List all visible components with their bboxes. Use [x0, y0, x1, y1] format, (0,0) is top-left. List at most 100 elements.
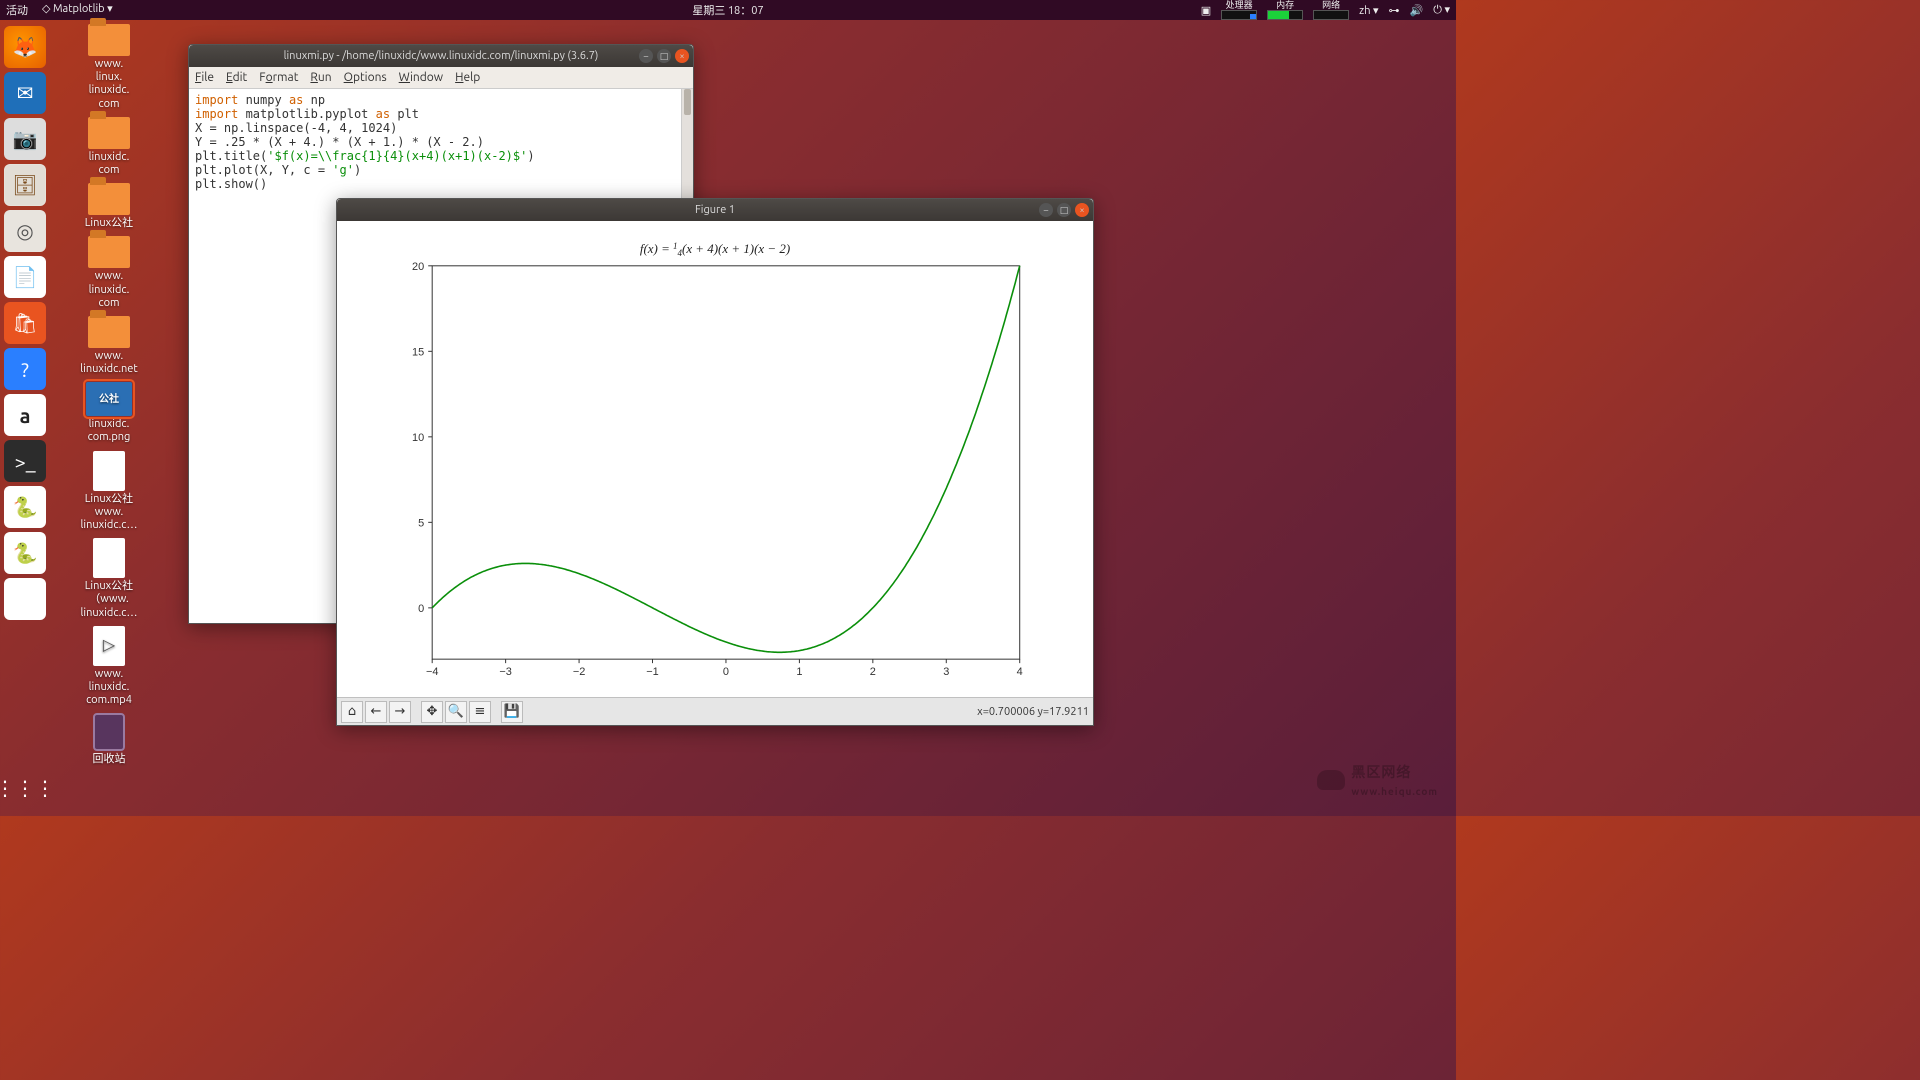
- python-script-icon[interactable]: 🐍: [4, 532, 46, 574]
- svg-text:3: 3: [943, 666, 949, 678]
- figure-title: Figure 1: [695, 204, 735, 216]
- x-ticks: −4−3−2−101234: [426, 659, 1023, 678]
- panel-clock[interactable]: 星期三 18：07: [692, 2, 763, 18]
- desktop-icon[interactable]: linuxidc.com: [54, 117, 164, 177]
- activities-button[interactable]: 活动: [6, 2, 28, 18]
- menu-edit[interactable]: Edit: [226, 71, 247, 84]
- show-applications[interactable]: ⋮⋮⋮: [0, 776, 55, 800]
- svg-text:−3: −3: [499, 666, 511, 678]
- home-icon[interactable]: ⌂: [341, 701, 363, 723]
- launcher-dock: 🦊 ✉ 📷 🗄 ◎ 📄 🛍 ? a >_ 🐍 🐍 ✳ ⋮⋮⋮: [0, 20, 50, 816]
- figure-titlebar[interactable]: Figure 1 – □ ×: [337, 199, 1093, 221]
- figure-canvas[interactable]: f(x) = 14(x + 4)(x + 1)(x − 2) −4−3−2−10…: [337, 221, 1093, 697]
- editor-titlebar[interactable]: linuxmi.py - /home/linuxidc/www.linuxidc…: [189, 45, 693, 67]
- svg-text:0: 0: [418, 603, 424, 615]
- config-icon[interactable]: ≡: [469, 701, 491, 723]
- icon-label: www.linuxidc.com.mp4: [54, 668, 164, 708]
- desktop-icon[interactable]: 公社linuxidc.com.png: [54, 382, 164, 444]
- desktop-icon[interactable]: www.linuxidc.net: [54, 316, 164, 376]
- editor-title: linuxmi.py - /home/linuxidc/www.linuxidc…: [284, 50, 599, 62]
- software-icon[interactable]: 🛍: [4, 302, 46, 344]
- trash-icon: [93, 713, 125, 751]
- desktop-icon[interactable]: 回收站: [54, 713, 164, 766]
- close-button[interactable]: ×: [675, 49, 689, 63]
- desktop-icon[interactable]: Linux公社: [54, 183, 164, 230]
- screenshot-app-icon[interactable]: 📷: [4, 118, 46, 160]
- folder-icon: [88, 117, 130, 149]
- maximize-button[interactable]: □: [1057, 203, 1071, 217]
- folder-icon: [88, 183, 130, 215]
- svg-text:5: 5: [418, 517, 424, 529]
- desktop-icon[interactable]: www.linuxidc.com: [54, 236, 164, 310]
- icon-label: Linux公社: [54, 217, 164, 230]
- svg-text:−1: −1: [646, 666, 658, 678]
- watermark: 黑区网络www.heiqu.com: [1317, 762, 1438, 798]
- menu-format[interactable]: Format: [259, 71, 298, 84]
- back-icon[interactable]: ←: [365, 701, 387, 723]
- icon-label: www.linux.linuxidc.com: [54, 58, 164, 111]
- firefox-icon[interactable]: 🦊: [4, 26, 46, 68]
- desktop-icon[interactable]: Linux公社www.linuxidc.c…: [54, 451, 164, 533]
- volume-icon[interactable]: 🔊: [1410, 4, 1424, 17]
- svg-text:20: 20: [412, 261, 424, 273]
- minimize-button[interactable]: –: [1039, 203, 1053, 217]
- svg-text:10: 10: [412, 432, 424, 444]
- network-icon[interactable]: ⊶: [1389, 4, 1400, 17]
- desktop-icon[interactable]: www.linux.linuxidc.com: [54, 24, 164, 111]
- power-icon[interactable]: ⏻ ▾: [1433, 3, 1450, 17]
- icon-label: www.linuxidc.com: [54, 270, 164, 310]
- figure-window[interactable]: Figure 1 – □ × f(x) = 14(x + 4)(x + 1)(x…: [336, 198, 1094, 726]
- svg-text:4: 4: [1017, 666, 1023, 678]
- rhythmbox-icon[interactable]: ◎: [4, 210, 46, 252]
- icon-label: Linux公社www.linuxidc.c…: [54, 493, 164, 533]
- icon-label: 回收站: [54, 753, 164, 766]
- python-file-icon[interactable]: 🐍: [4, 486, 46, 528]
- save-icon[interactable]: 💾: [501, 701, 523, 723]
- desktop-icon[interactable]: ▷www.linuxidc.com.mp4: [54, 626, 164, 708]
- icon-label: Linux公社（www.linuxidc.c…: [54, 580, 164, 620]
- y-ticks: 0 5 10 15 20: [412, 261, 432, 615]
- folder-icon: [88, 236, 130, 268]
- pan-icon[interactable]: ✥: [421, 701, 443, 723]
- folder-icon: [88, 24, 130, 56]
- net-indicator[interactable]: 网络: [1313, 1, 1349, 20]
- menu-window[interactable]: Window: [399, 71, 443, 84]
- screenshot-indicator: ▣: [1201, 4, 1211, 17]
- icon-label: www.linuxidc.net: [54, 350, 164, 376]
- app-menu[interactable]: ◇ Matplotlib ▾: [42, 2, 113, 18]
- terminal-icon[interactable]: >_: [4, 440, 46, 482]
- forward-icon[interactable]: →: [389, 701, 411, 723]
- image-thumbnail: 公社: [86, 382, 132, 416]
- menu-file[interactable]: File: [195, 71, 214, 84]
- plot-line: [432, 266, 1020, 652]
- amazon-icon[interactable]: a: [4, 394, 46, 436]
- writer-icon[interactable]: 📄: [4, 256, 46, 298]
- figure-toolbar: ⌂ ← → ✥ 🔍 ≡ 💾 x=0.700006 y=17.9211: [337, 697, 1093, 725]
- maximize-button[interactable]: □: [657, 49, 671, 63]
- close-button[interactable]: ×: [1075, 203, 1089, 217]
- mem-indicator[interactable]: 内存: [1267, 1, 1303, 20]
- icon-label: linuxidc.com.png: [54, 418, 164, 444]
- svg-text:1: 1: [796, 666, 802, 678]
- files-icon[interactable]: 🗄: [4, 164, 46, 206]
- menu-run[interactable]: Run: [310, 71, 331, 84]
- desktop-icon[interactable]: Linux公社（www.linuxidc.c…: [54, 538, 164, 620]
- plot-frame: [432, 266, 1020, 659]
- menu-options[interactable]: Options: [344, 71, 387, 84]
- matplotlib-icon[interactable]: ✳: [4, 578, 46, 620]
- cpu-indicator[interactable]: 处理器: [1221, 1, 1257, 20]
- minimize-button[interactable]: –: [639, 49, 653, 63]
- menu-help[interactable]: Help: [455, 71, 480, 84]
- svg-text:15: 15: [412, 346, 424, 358]
- editor-menubar: File Edit Format Run Options Window Help: [189, 67, 693, 89]
- plot-svg: f(x) = 14(x + 4)(x + 1)(x − 2) −4−3−2−10…: [337, 221, 1093, 697]
- input-source[interactable]: zh ▾: [1359, 4, 1378, 17]
- svg-text:−4: −4: [426, 666, 438, 678]
- plot-title: f(x) = 14(x + 4)(x + 1)(x − 2): [640, 241, 790, 258]
- file-icon: [93, 538, 125, 578]
- svg-text:0: 0: [723, 666, 729, 678]
- thunderbird-icon[interactable]: ✉: [4, 72, 46, 114]
- help-icon[interactable]: ?: [4, 348, 46, 390]
- icon-label: linuxidc.com: [54, 151, 164, 177]
- zoom-icon[interactable]: 🔍: [445, 701, 467, 723]
